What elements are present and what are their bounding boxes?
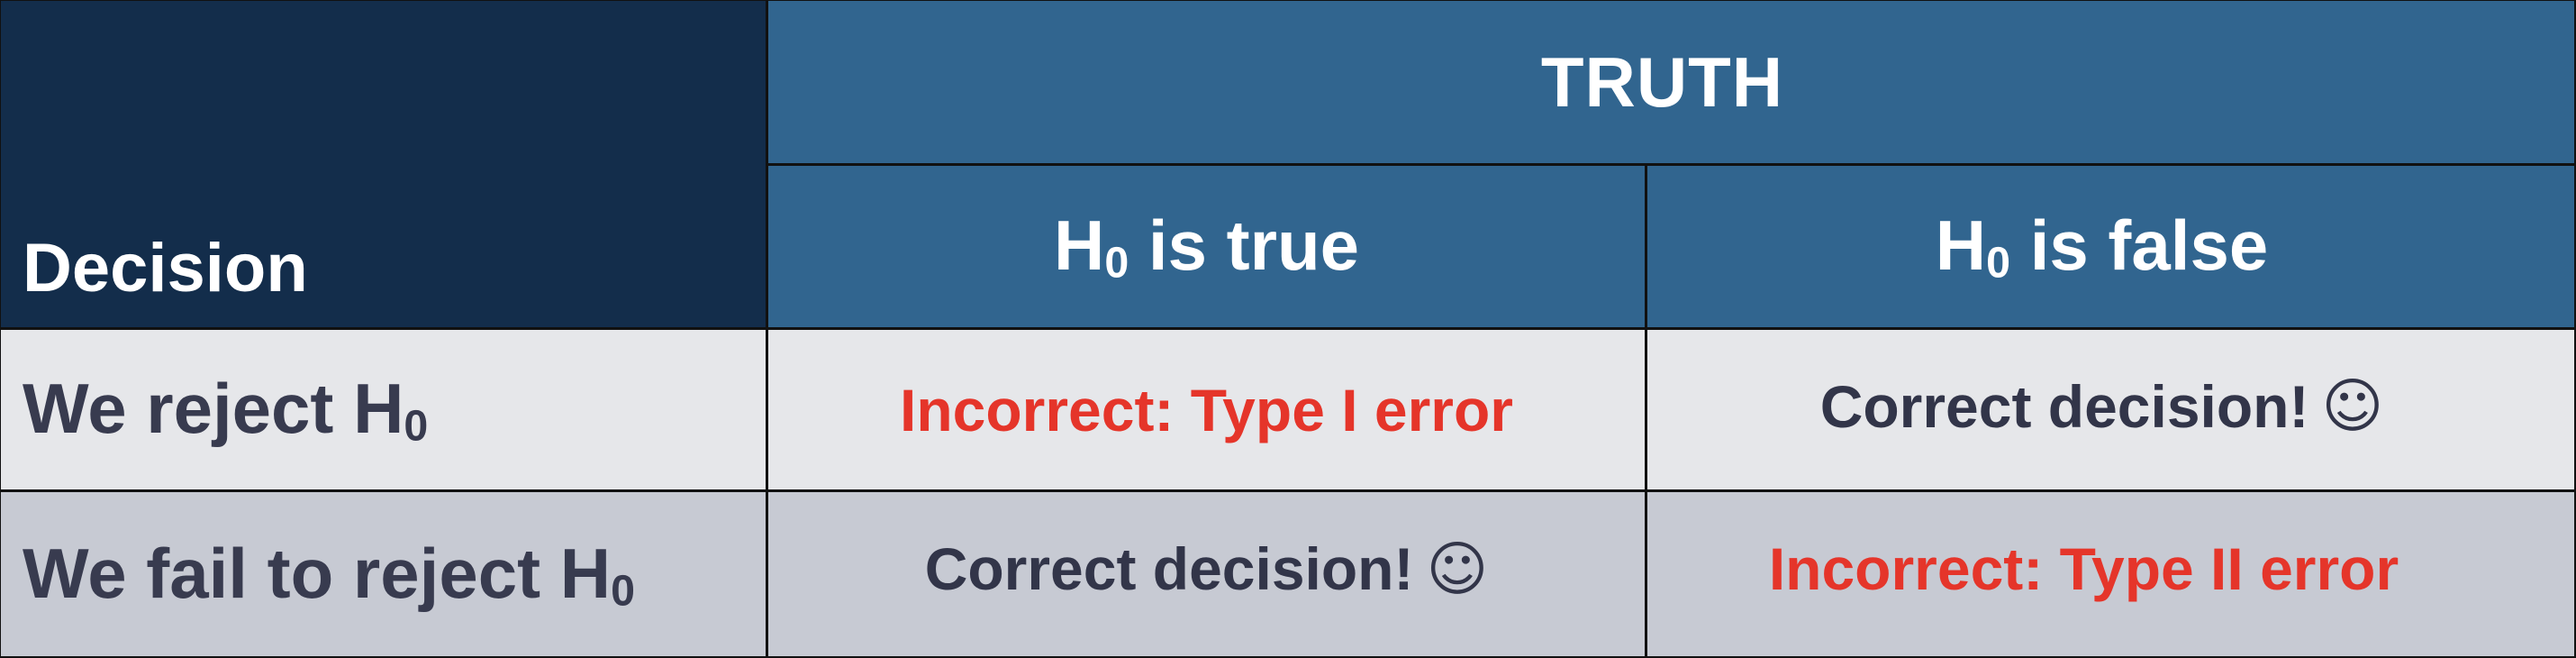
cell-type-ii-error: Incorrect: Type II error [1646,490,2576,658]
row-header-text: We fail to reject H [23,533,612,613]
column-header-h0-false: H0 is false [1646,164,2576,329]
corner-header-decision: Decision [0,0,767,329]
cell-text: Incorrect: Type I error [900,376,1513,443]
row-header-label: We fail to reject H0 [23,533,635,617]
cell-correct-decision-fail-to-reject: Correct decision! ☺ [766,490,1646,658]
decision-label: Decision [23,230,308,306]
truth-label: TRUTH [1540,41,1784,122]
smiley-face-icon: ☺ [2321,371,2384,441]
cell-text: Incorrect: Type II error [1768,535,2399,602]
row-header-fail-to-reject: We fail to reject H0 [0,490,767,658]
row-header-label: We reject H0 [23,368,428,452]
h-subscript: 0 [1986,238,2011,288]
cell-text: Correct decision! [1819,372,2309,440]
column-header-h0-true: H0 is true [766,164,1646,329]
h-subscript: 0 [611,566,635,616]
column-header-text: is false [2010,206,2269,286]
h-subscript: 0 [1104,238,1129,288]
smiley-face-icon: ☺ [1426,534,1489,604]
decision-truth-table: Decision TRUTH H0 is true H0 is false We… [0,0,2576,658]
column-header-text: is true [1129,206,1359,286]
column-header-label: H0 is false [1936,205,2268,288]
h-symbol: H [1054,206,1105,286]
truth-header: TRUTH [766,0,2576,165]
h-subscript: 0 [404,401,429,451]
row-header-text: We reject H [23,369,404,449]
h-symbol: H [1935,206,1987,286]
cell-type-i-error: Incorrect: Type I error [766,328,1646,491]
column-header-label: H0 is true [1054,205,1359,288]
cell-correct-decision-reject: Correct decision! ☺ [1646,328,2576,491]
cell-text: Correct decision! [924,535,1414,602]
row-header-reject: We reject H0 [0,328,767,491]
